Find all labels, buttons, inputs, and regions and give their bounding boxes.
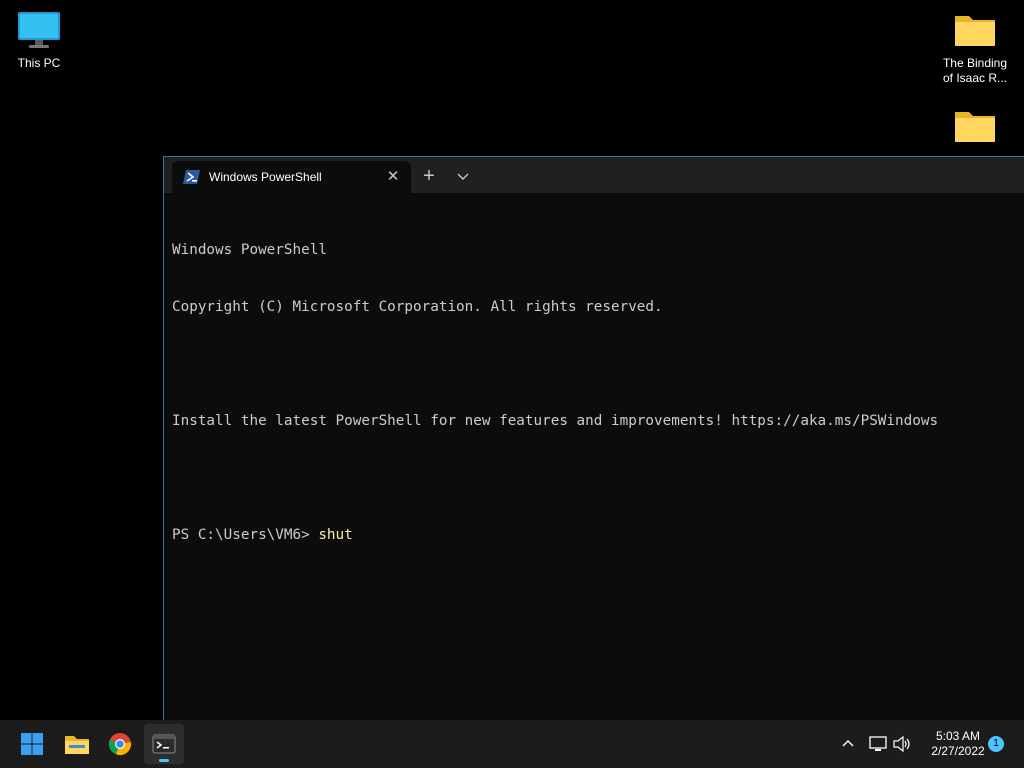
chrome-button[interactable]	[100, 724, 140, 764]
start-button[interactable]	[12, 724, 52, 764]
terminal-button[interactable]	[144, 724, 184, 764]
desktop-icon-this-pc[interactable]: This PC	[0, 10, 79, 71]
active-app-indicator	[159, 759, 169, 762]
desktop-icon-label: This PC	[17, 56, 61, 70]
windows-start-icon	[21, 733, 43, 755]
notification-badge[interactable]: 1	[988, 736, 1004, 752]
prompt-line[interactable]: PS C:\Users\VM6> shut	[172, 526, 1016, 545]
taskbar: 5:03 AM 2/27/2022	[0, 720, 1024, 768]
powershell-icon	[183, 170, 200, 184]
tab-windows-powershell[interactable]: Windows PowerShell ✕	[172, 161, 411, 193]
console-line: Install the latest PowerShell for new fe…	[172, 413, 939, 429]
console-output[interactable]: Windows PowerShell Copyright (C) Microso…	[172, 203, 1016, 720]
volume-icon	[893, 735, 910, 753]
prompt: PS C:\Users\VM6>	[172, 527, 319, 543]
folder-icon	[955, 16, 995, 46]
chrome-icon	[108, 733, 132, 756]
volume-button[interactable]	[890, 724, 914, 764]
file-explorer-icon	[65, 736, 89, 754]
clock-time: 5:03 AM	[935, 729, 981, 743]
command-input[interactable]: shut	[318, 527, 352, 543]
desktop-icon-folder[interactable]	[935, 106, 1015, 152]
taskbar-clock[interactable]: 5:03 AM 2/27/2022	[918, 729, 998, 759]
show-hidden-icons-button[interactable]	[830, 724, 866, 764]
close-tab-icon[interactable]: ✕	[383, 167, 403, 187]
title-bar[interactable]: Windows PowerShell ✕ +	[164, 157, 1024, 193]
network-icon	[869, 736, 887, 751]
chevron-up-icon	[842, 740, 854, 747]
desktop-icon-label-line2: of Isaac R...	[942, 71, 1008, 85]
terminal-icon	[152, 734, 176, 754]
clock-date: 2/27/2022	[931, 744, 985, 758]
console-line: Windows PowerShell	[172, 242, 327, 258]
terminal-window[interactable]: Windows PowerShell ✕ + Windows PowerShel…	[163, 156, 1024, 720]
desktop-icon-binding-of-isaac[interactable]: The Binding of Isaac R...	[935, 10, 1015, 86]
chevron-down-icon[interactable]	[452, 165, 474, 187]
file-explorer-button[interactable]	[56, 724, 96, 764]
new-tab-button[interactable]: +	[418, 165, 440, 187]
tab-title: Windows PowerShell	[209, 170, 322, 184]
desktop-icon-label-line1: The Binding	[942, 56, 1008, 70]
monitor-icon	[18, 12, 60, 48]
network-button[interactable]	[866, 724, 890, 764]
console-line: Copyright (C) Microsoft Corporation. All…	[172, 299, 663, 315]
folder-icon	[955, 112, 995, 142]
